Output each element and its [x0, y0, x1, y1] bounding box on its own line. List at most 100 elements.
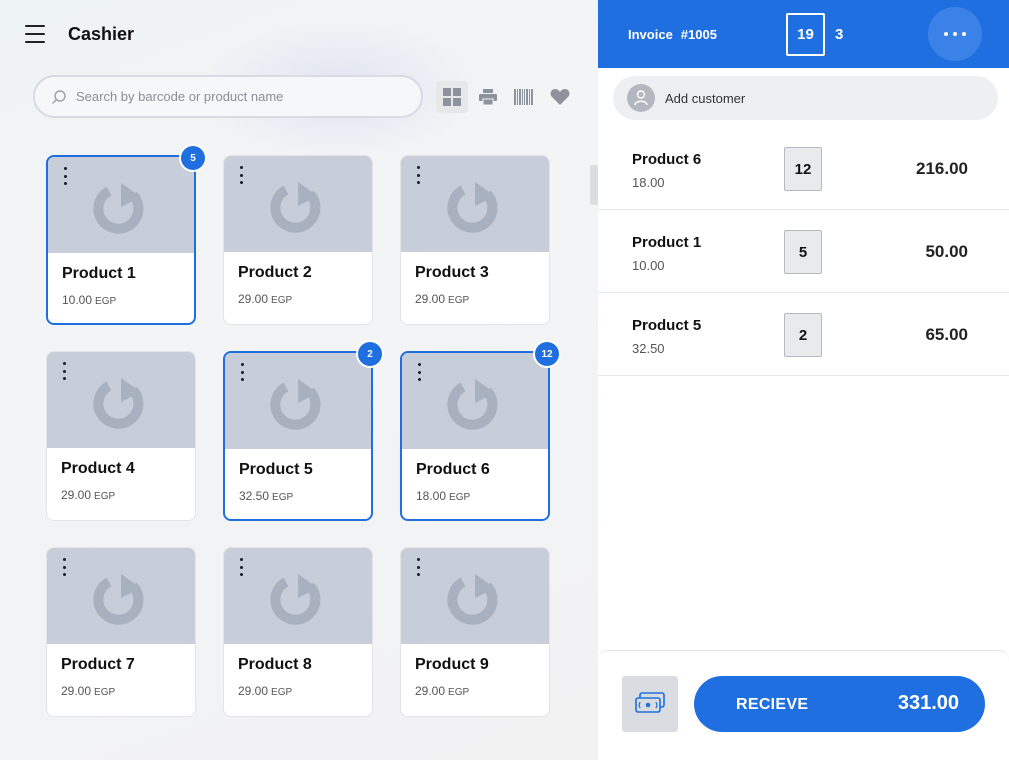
invoice-pane: Invoice #1005 19 3 Add customer Product 6… — [598, 0, 1009, 760]
product-card[interactable]: Product 3 29.00 EGP — [400, 155, 550, 325]
invoice-line[interactable]: Product 5 32.50 2 65.00 — [598, 293, 1009, 376]
invoice-lines: Product 6 18.00 12 216.00 Product 1 10.00 5 50.… — [598, 127, 1009, 376]
line-total: 65.00 — [925, 325, 968, 344]
more-options-button[interactable] — [928, 7, 982, 61]
invoice-header: Invoice #1005 19 3 — [598, 0, 1009, 68]
user-icon — [627, 84, 655, 112]
product-price: 10.00 EGP — [62, 293, 116, 307]
currency-label: EGP — [272, 492, 294, 503]
product-name: Product 6 — [416, 461, 490, 478]
invoice-title: Invoice #1005 — [628, 27, 717, 42]
product-price: 32.50 EGP — [239, 489, 293, 503]
more-dots-icon — [944, 32, 948, 36]
product-price: 29.00 EGP — [61, 684, 115, 698]
product-image-placeholder-icon — [401, 156, 549, 252]
line-quantity-box[interactable]: 2 — [784, 313, 822, 357]
barcode-icon — [514, 89, 533, 105]
product-card[interactable]: Product 7 29.00 EGP — [46, 547, 196, 717]
price-value: 29.00 — [61, 684, 92, 698]
currency-label: EGP — [448, 295, 470, 306]
product-image-placeholder-icon — [401, 548, 549, 644]
print-button[interactable] — [472, 81, 504, 113]
price-value: 29.00 — [415, 292, 446, 306]
scrollbar-handle[interactable] — [590, 165, 598, 205]
product-card[interactable]: Product 1 10.00 EGP 5 — [46, 144, 207, 325]
product-name: Product 9 — [415, 656, 489, 673]
kebab-menu-icon[interactable] — [237, 363, 247, 381]
product-image-placeholder-icon — [47, 548, 195, 644]
product-name: Product 5 — [239, 461, 313, 478]
price-value: 29.00 — [238, 292, 269, 306]
kebab-menu-icon[interactable] — [413, 166, 423, 184]
line-quantity-box[interactable]: 5 — [784, 230, 822, 274]
kebab-menu-icon[interactable] — [414, 363, 424, 381]
line-product-name: Product 1 — [632, 234, 702, 251]
line-count: 3 — [835, 26, 844, 43]
line-unit-price: 32.50 — [632, 341, 665, 356]
currency-label: EGP — [94, 491, 116, 502]
product-price: 29.00 EGP — [238, 684, 292, 698]
product-card[interactable]: Product 9 29.00 EGP — [400, 547, 550, 717]
product-card[interactable]: Product 8 29.00 EGP — [223, 547, 373, 717]
cart-quantity-badge: 2 — [356, 340, 384, 368]
kebab-menu-icon[interactable] — [236, 558, 246, 576]
line-quantity-box[interactable]: 12 — [784, 147, 822, 191]
product-name: Product 8 — [238, 656, 312, 673]
search-bar[interactable] — [33, 75, 423, 118]
line-total: 50.00 — [925, 242, 968, 261]
kebab-menu-icon[interactable] — [60, 167, 70, 185]
barcode-button[interactable] — [508, 81, 540, 113]
product-card[interactable]: Product 4 29.00 EGP — [46, 351, 196, 521]
product-price: 29.00 EGP — [61, 488, 115, 502]
product-name: Product 7 — [61, 656, 135, 673]
cart-quantity-badge: 12 — [533, 340, 561, 368]
line-total: 216.00 — [916, 159, 968, 178]
printer-icon — [479, 89, 497, 105]
price-value: 29.00 — [238, 684, 269, 698]
line-unit-price: 18.00 — [632, 175, 665, 190]
cash-icon — [635, 692, 665, 713]
search-input[interactable] — [76, 89, 396, 104]
line-unit-price: 10.00 — [632, 258, 665, 273]
receive-payment-button[interactable]: RECIEVE 331.00 — [694, 676, 985, 732]
product-image-placeholder-icon — [224, 548, 372, 644]
product-image-placeholder-icon — [224, 156, 372, 252]
price-value: 29.00 — [61, 488, 92, 502]
product-card[interactable]: Product 2 29.00 EGP — [223, 155, 373, 325]
kebab-menu-icon[interactable] — [413, 558, 423, 576]
receive-label: RECIEVE — [736, 696, 809, 713]
product-name: Product 2 — [238, 264, 312, 281]
product-price: 18.00 EGP — [416, 489, 470, 503]
product-image-placeholder-icon — [47, 352, 195, 448]
kebab-menu-icon[interactable] — [59, 558, 69, 576]
grid-view-button[interactable] — [436, 81, 468, 113]
hamburger-icon[interactable] — [25, 25, 45, 43]
line-product-name: Product 5 — [632, 317, 702, 334]
product-card[interactable]: Product 6 18.00 EGP 12 — [400, 340, 561, 521]
product-price: 29.00 EGP — [415, 684, 469, 698]
product-price: 29.00 EGP — [238, 292, 292, 306]
product-card[interactable]: Product 5 32.50 EGP 2 — [223, 340, 384, 521]
invoice-label: Invoice — [628, 27, 673, 42]
kebab-menu-icon[interactable] — [236, 166, 246, 184]
add-customer-button[interactable]: Add customer — [613, 76, 998, 120]
invoice-line[interactable]: Product 1 10.00 5 50.00 — [598, 210, 1009, 293]
payment-method-button[interactable] — [622, 676, 678, 732]
total-quantity-badge: 19 — [786, 13, 825, 56]
currency-label: EGP — [271, 295, 293, 306]
price-value: 29.00 — [415, 684, 446, 698]
invoice-line[interactable]: Product 6 18.00 12 216.00 — [598, 127, 1009, 210]
search-icon — [52, 89, 66, 104]
invoice-footer: RECIEVE 331.00 — [598, 650, 1009, 760]
product-name: Product 3 — [415, 264, 489, 281]
currency-label: EGP — [449, 492, 471, 503]
currency-label: EGP — [271, 687, 293, 698]
price-value: 10.00 — [62, 293, 93, 307]
invoice-number: #1005 — [680, 27, 717, 42]
kebab-menu-icon[interactable] — [59, 362, 69, 380]
product-price: 29.00 EGP — [415, 292, 469, 306]
grid-view-icon — [443, 88, 461, 106]
currency-label: EGP — [94, 687, 116, 698]
favorites-button[interactable] — [544, 81, 576, 113]
product-name: Product 4 — [61, 460, 135, 477]
